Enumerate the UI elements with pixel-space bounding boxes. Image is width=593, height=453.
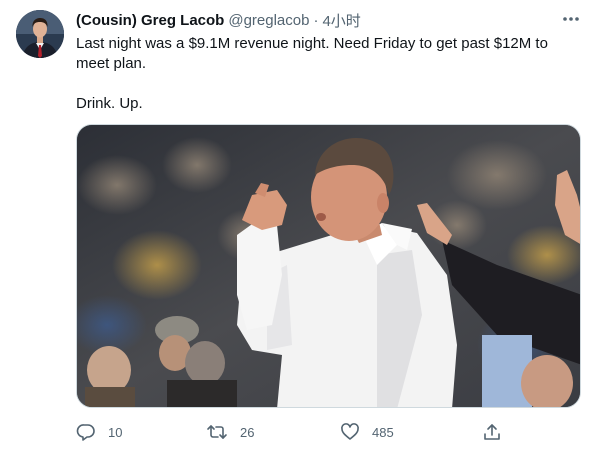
- like-count: 485: [372, 424, 394, 440]
- more-horizontal-icon: [563, 17, 579, 21]
- tweet-header: (Cousin) Greg Lacob @greglacob · 4小时: [76, 10, 361, 30]
- reply-button[interactable]: 10: [76, 420, 122, 444]
- tweet-text-line: Last night was a $9.1M revenue night. Ne…: [76, 35, 548, 72]
- reply-icon: [76, 424, 95, 441]
- heart-icon: [341, 423, 359, 440]
- separator-dot: ·: [313, 11, 319, 29]
- timestamp[interactable]: 4小时: [322, 10, 360, 31]
- retweet-button[interactable]: 26: [206, 420, 254, 444]
- like-button[interactable]: 485: [340, 420, 394, 444]
- tweet-actions: 10 26 485: [70, 420, 510, 444]
- reply-count: 10: [108, 424, 123, 440]
- retweet-count: 26: [240, 424, 255, 440]
- avatar[interactable]: [16, 10, 64, 58]
- display-name[interactable]: (Cousin) Greg Lacob: [76, 12, 224, 29]
- share-button[interactable]: [482, 420, 502, 444]
- user-handle[interactable]: @greglacob: [228, 12, 309, 29]
- retweet-icon: [207, 425, 227, 439]
- more-button[interactable]: [558, 8, 584, 30]
- tweet-photo[interactable]: [76, 124, 581, 408]
- tweet[interactable]: (Cousin) Greg Lacob @greglacob · 4小时 Las…: [0, 0, 593, 453]
- tweet-text: Last night was a $9.1M revenue night. Ne…: [76, 34, 566, 114]
- share-icon: [484, 424, 500, 440]
- tweet-text-line: Drink. Up.: [76, 95, 143, 112]
